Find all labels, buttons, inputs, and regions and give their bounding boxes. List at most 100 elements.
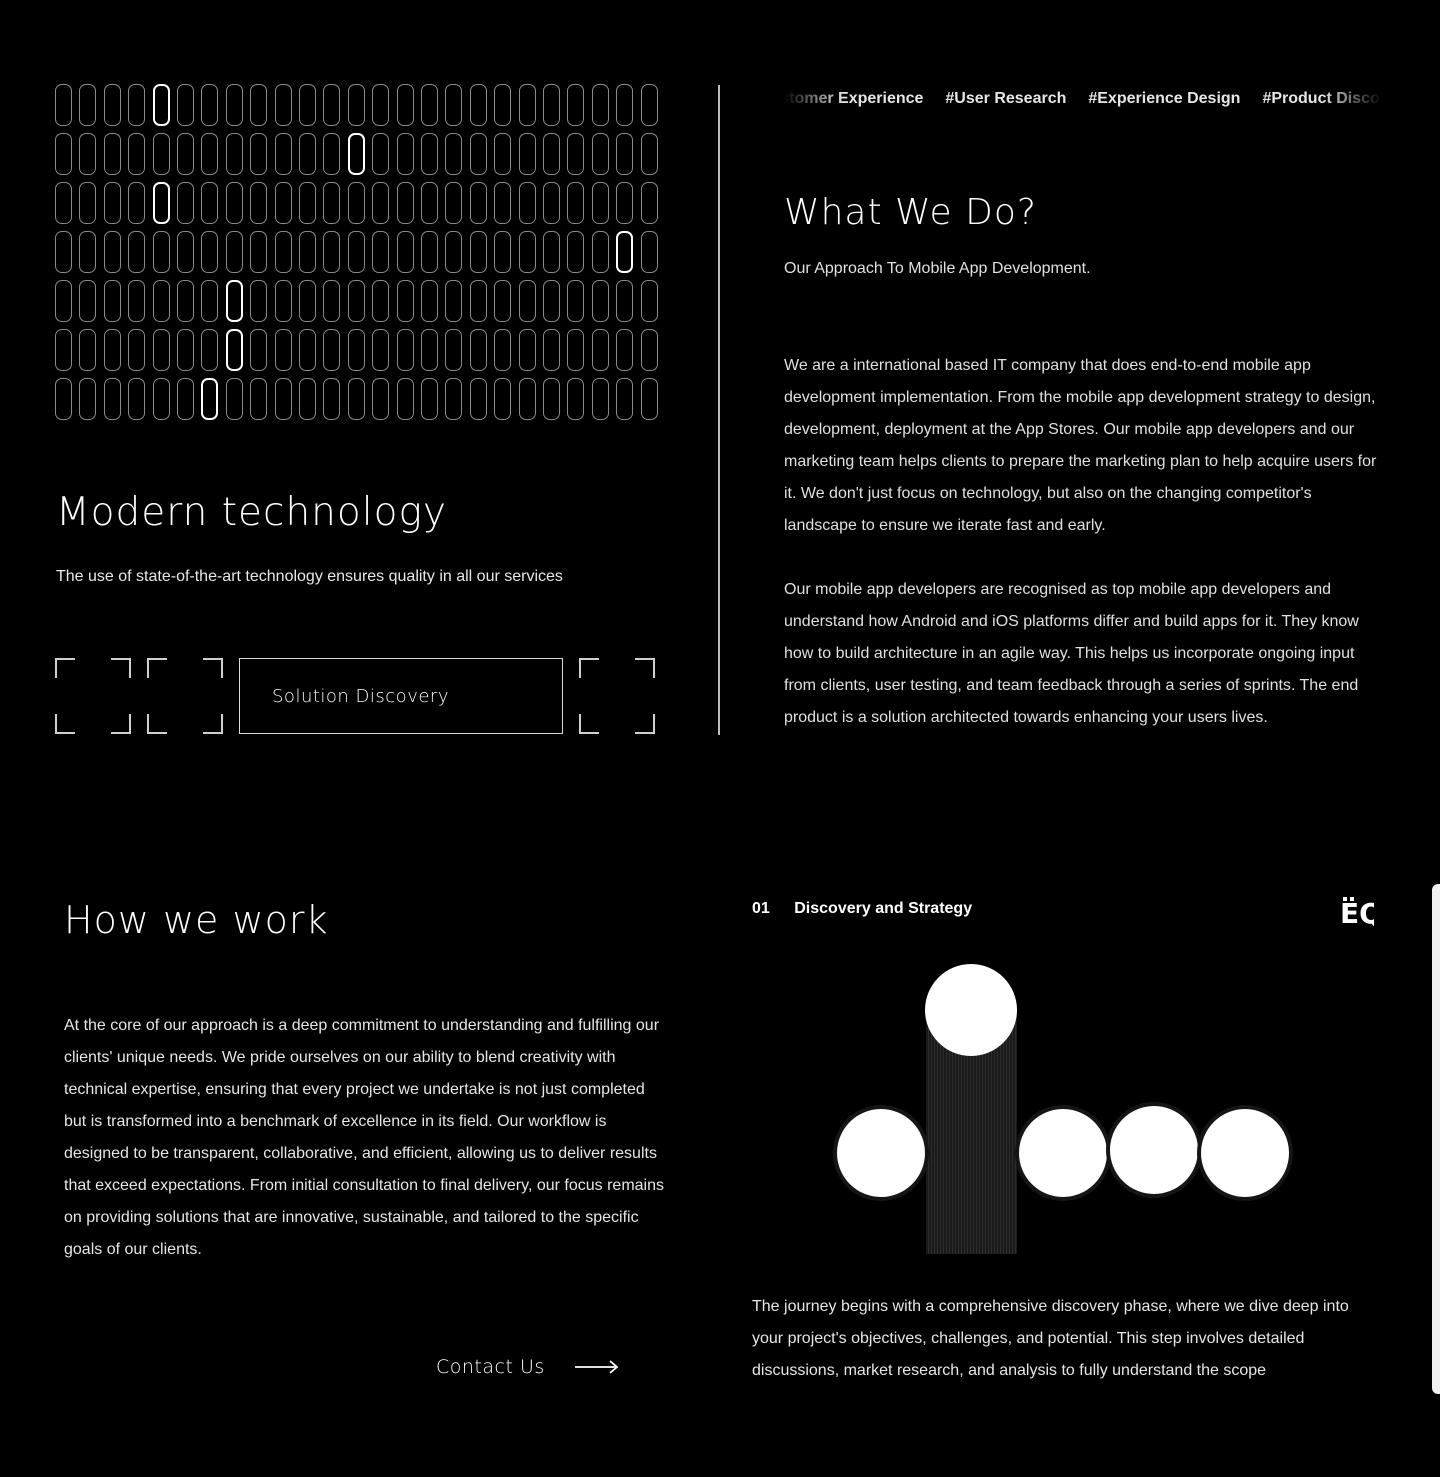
grid-pill — [616, 378, 634, 420]
grid-pill — [445, 329, 463, 371]
grid-pill — [250, 84, 268, 126]
grid-pill — [55, 182, 72, 224]
step-header: 01 Discovery and Strategy — [752, 900, 972, 918]
grid-pill — [152, 182, 170, 224]
grid-pill — [201, 182, 219, 224]
grid-pill — [518, 84, 536, 126]
grid-pill — [396, 133, 414, 175]
grid-pill — [445, 84, 463, 126]
grid-pill — [103, 182, 121, 224]
grid-pill — [494, 329, 512, 371]
grid-pill — [372, 231, 390, 273]
grid-pill — [494, 280, 512, 322]
grid-pill — [128, 280, 146, 322]
grid-pill — [299, 280, 316, 322]
grid-pill — [567, 378, 585, 420]
fade-overlay — [784, 88, 844, 114]
step-circle-active — [925, 964, 1017, 1056]
what-we-do-paragraph: We are a international based IT company … — [784, 357, 1377, 534]
grid-pill — [274, 182, 292, 224]
grid-pill — [128, 84, 146, 126]
grid-pill — [152, 280, 170, 322]
grid-pill — [445, 182, 463, 224]
solution-discovery-button[interactable]: Solution Discovery — [239, 658, 563, 734]
grid-pill — [616, 182, 634, 224]
grid-pill — [225, 231, 243, 273]
grid-pill — [323, 231, 341, 273]
grid-pill — [494, 133, 512, 175]
grid-pill — [640, 84, 658, 126]
grid-pill — [445, 280, 463, 322]
grid-pill — [225, 378, 243, 420]
tag[interactable]: #Experience Design — [1088, 90, 1240, 108]
grid-pill — [640, 133, 658, 175]
grid-pill — [518, 378, 536, 420]
grid-pill — [177, 84, 194, 126]
how-we-work-title: How we work — [64, 898, 329, 942]
grid-pill — [103, 84, 121, 126]
grid-pill — [543, 182, 560, 224]
grid-pill — [347, 182, 365, 224]
grid-pill — [103, 133, 121, 175]
grid-pill — [323, 133, 341, 175]
corner-bracket-decoration — [55, 658, 131, 734]
grid-pill — [469, 84, 487, 126]
grid-pill — [469, 133, 487, 175]
grid-pill — [347, 280, 365, 322]
grid-pill — [396, 231, 414, 273]
modern-technology-title: Modern technology — [56, 490, 447, 535]
grid-pill — [274, 84, 292, 126]
grid-pill — [225, 133, 243, 175]
grid-pill — [152, 84, 170, 126]
grid-pill — [299, 329, 316, 371]
grid-pill — [299, 378, 316, 420]
grid-pill — [55, 378, 72, 420]
grid-pill — [152, 378, 170, 420]
grid-pill — [274, 280, 292, 322]
grid-pill — [299, 133, 316, 175]
how-we-work-paragraph: At the core of our approach is a deep co… — [64, 1017, 664, 1258]
grid-pill — [299, 231, 316, 273]
grid-pill — [591, 329, 609, 371]
grid-pill — [396, 280, 414, 322]
grid-pill — [225, 84, 243, 126]
grid-pill — [640, 329, 658, 371]
process-step-illustration — [833, 964, 1293, 1254]
grid-pill — [421, 84, 438, 126]
contact-us-link[interactable]: Contact Us — [436, 1356, 619, 1378]
grid-pill — [250, 378, 268, 420]
grid-pill — [567, 329, 585, 371]
grid-pill — [543, 378, 560, 420]
grid-pill — [274, 231, 292, 273]
grid-pill — [591, 231, 609, 273]
grid-pill — [372, 84, 390, 126]
contact-us-label: Contact Us — [436, 1356, 545, 1378]
grid-pill — [518, 231, 536, 273]
grid-pill — [250, 231, 268, 273]
grid-pill — [396, 182, 414, 224]
grid-pill — [494, 231, 512, 273]
grid-pill — [567, 231, 585, 273]
grid-pill — [347, 231, 365, 273]
grid-pill — [591, 133, 609, 175]
side-panel-edge[interactable] — [1432, 884, 1440, 1394]
grid-pill — [469, 231, 487, 273]
step-description: The journey begins with a comprehensive … — [752, 1298, 1349, 1379]
grid-pill — [567, 84, 585, 126]
grid-pill — [55, 231, 72, 273]
pill-grid-pattern — [55, 84, 658, 422]
grid-pill — [567, 182, 585, 224]
grid-pill — [55, 280, 72, 322]
grid-pill — [640, 280, 658, 322]
grid-pill — [469, 329, 487, 371]
grid-pill — [79, 182, 97, 224]
brand-logo-icon: EQ — [1340, 897, 1374, 928]
grid-pill — [55, 133, 72, 175]
grid-pill — [396, 378, 414, 420]
grid-pill — [323, 378, 341, 420]
grid-pill — [421, 329, 438, 371]
tag[interactable]: #User Research — [945, 90, 1066, 108]
grid-pill — [225, 329, 243, 371]
grid-pill — [347, 133, 365, 175]
step-circle — [833, 1105, 929, 1201]
